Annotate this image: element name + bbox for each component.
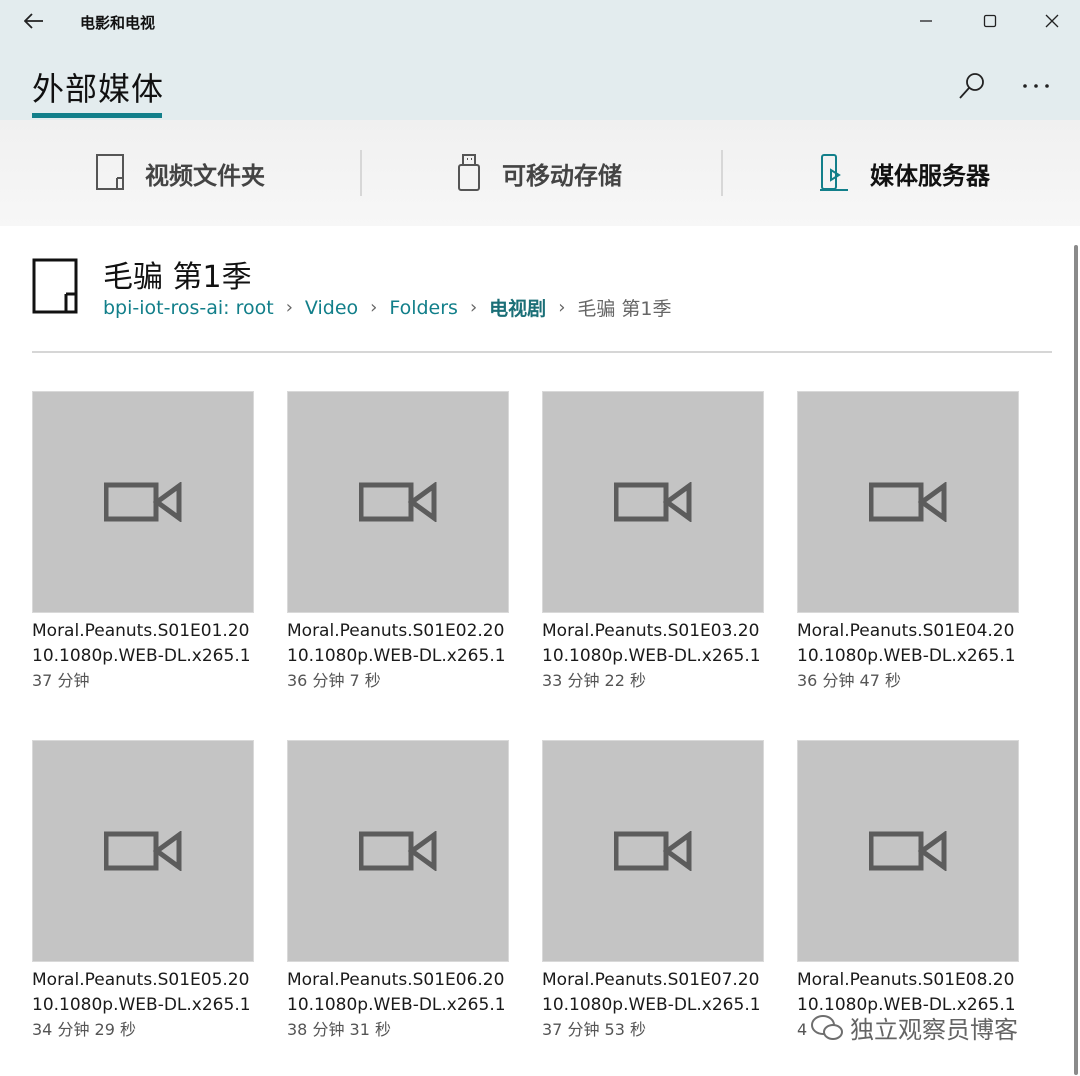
video-thumbnail[interactable] <box>32 740 254 962</box>
close-icon <box>1045 14 1059 28</box>
video-camera-icon <box>359 831 437 871</box>
minimize-icon <box>920 20 932 22</box>
video-thumbnail[interactable] <box>287 391 509 613</box>
video-camera-icon <box>614 831 692 871</box>
video-name: Moral.Peanuts.S01E06.2010.1080p.WEB-DL.x… <box>287 970 506 1015</box>
video-duration: 36 分钟 47 秒 <box>797 671 901 690</box>
video-name: Moral.Peanuts.S01E03.2010.1080p.WEB-DL.x… <box>542 621 761 666</box>
video-name: Moral.Peanuts.S01E04.2010.1080p.WEB-DL.x… <box>797 621 1016 666</box>
usb-drive-icon <box>458 154 480 191</box>
tab-label: 媒体服务器 <box>870 161 990 190</box>
title-underline <box>32 113 162 118</box>
video-duration: 34 分钟 29 秒 <box>32 1020 136 1039</box>
breadcrumb-current: 毛骗 第1季 <box>577 298 672 320</box>
breadcrumb-item[interactable]: Folders <box>389 297 458 319</box>
video-camera-icon <box>104 482 182 522</box>
video-tile[interactable]: Moral.Peanuts.S01E02.2010.1080p.WEB-DL.x… <box>287 391 511 693</box>
chevron-right-icon: › <box>285 297 293 318</box>
breadcrumb-item[interactable]: bpi-iot-ros-ai: root <box>103 297 274 319</box>
folder-icon <box>32 258 78 314</box>
wechat-icon <box>811 1014 843 1040</box>
search-icon <box>959 73 984 99</box>
video-tile[interactable]: Moral.Peanuts.S01E01.2010.1080p.WEB-DL.x… <box>32 391 256 693</box>
video-name: Moral.Peanuts.S01E02.2010.1080p.WEB-DL.x… <box>287 621 506 666</box>
video-duration: 38 分钟 31 秒 <box>287 1020 391 1039</box>
video-duration: 33 分钟 22 秒 <box>542 671 646 690</box>
chevron-right-icon: › <box>370 297 378 318</box>
watermark-text: 独立观察员博客 <box>850 1016 1018 1044</box>
video-name: Moral.Peanuts.S01E05.2010.1080p.WEB-DL.x… <box>32 970 251 1015</box>
tab-video-folders[interactable]: 视频文件夹 <box>95 120 265 226</box>
back-arrow-icon <box>24 13 43 29</box>
video-tile[interactable]: Moral.Peanuts.S01E05.2010.1080p.WEB-DL.x… <box>32 740 256 1042</box>
close-button[interactable] <box>1032 6 1072 36</box>
video-camera-icon <box>104 831 182 871</box>
video-camera-icon <box>359 482 437 522</box>
page-title: 外部媒体 <box>32 70 165 108</box>
video-thumbnail[interactable] <box>287 740 509 962</box>
video-camera-icon <box>614 482 692 522</box>
tab-separator <box>721 150 723 196</box>
divider <box>32 351 1052 353</box>
video-camera-icon <box>869 831 947 871</box>
tab-removable-storage[interactable]: 可移动存储 <box>456 120 622 226</box>
media-server-icon <box>820 154 848 191</box>
watermark: 独立观察员博客 <box>810 1010 1018 1045</box>
video-thumbnail[interactable] <box>797 391 1019 613</box>
tab-media-server[interactable]: 媒体服务器 <box>818 120 990 226</box>
more-icon <box>1023 84 1049 88</box>
scrollbar[interactable] <box>1074 245 1078 1075</box>
video-duration: 36 分钟 7 秒 <box>287 671 381 690</box>
app-title: 电影和电视 <box>80 14 156 32</box>
back-button[interactable] <box>14 6 54 36</box>
breadcrumb-item[interactable]: Video <box>305 297 358 319</box>
breadcrumb-item[interactable]: 电视剧 <box>489 294 546 321</box>
tab-label: 可移动存储 <box>502 161 622 190</box>
video-tile[interactable]: Moral.Peanuts.S01E06.2010.1080p.WEB-DL.x… <box>287 740 511 1042</box>
video-thumbnail[interactable] <box>542 391 764 613</box>
video-thumbnail[interactable] <box>542 740 764 962</box>
maximize-button[interactable] <box>970 6 1010 36</box>
chevron-right-icon: › <box>558 297 566 318</box>
maximize-icon <box>983 14 997 28</box>
folder-icon <box>96 154 124 190</box>
video-tile[interactable]: Moral.Peanuts.S01E08.2010.1080p.WEB-DL.x… <box>797 740 1021 1042</box>
video-thumbnail[interactable] <box>32 391 254 613</box>
video-camera-icon <box>869 482 947 522</box>
tab-label: 视频文件夹 <box>145 161 265 190</box>
video-tile[interactable]: Moral.Peanuts.S01E07.2010.1080p.WEB-DL.x… <box>542 740 766 1042</box>
more-button[interactable] <box>1014 66 1058 106</box>
search-button[interactable] <box>950 66 994 106</box>
tab-separator <box>360 150 362 196</box>
video-duration: 37 分钟 53 秒 <box>542 1020 646 1039</box>
folder-title: 毛骗 第1季 <box>103 260 252 295</box>
video-duration: 37 分钟 <box>32 671 90 690</box>
chevron-right-icon: › <box>469 297 478 318</box>
breadcrumb: bpi-iot-ros-ai: root › Video › Folders ›… <box>103 294 672 321</box>
minimize-button[interactable] <box>906 6 946 36</box>
video-tile[interactable]: Moral.Peanuts.S01E04.2010.1080p.WEB-DL.x… <box>797 391 1021 693</box>
video-thumbnail[interactable] <box>797 740 1019 962</box>
video-name: Moral.Peanuts.S01E01.2010.1080p.WEB-DL.x… <box>32 621 251 666</box>
video-name: Moral.Peanuts.S01E07.2010.1080p.WEB-DL.x… <box>542 970 761 1015</box>
video-tile[interactable]: Moral.Peanuts.S01E03.2010.1080p.WEB-DL.x… <box>542 391 766 693</box>
